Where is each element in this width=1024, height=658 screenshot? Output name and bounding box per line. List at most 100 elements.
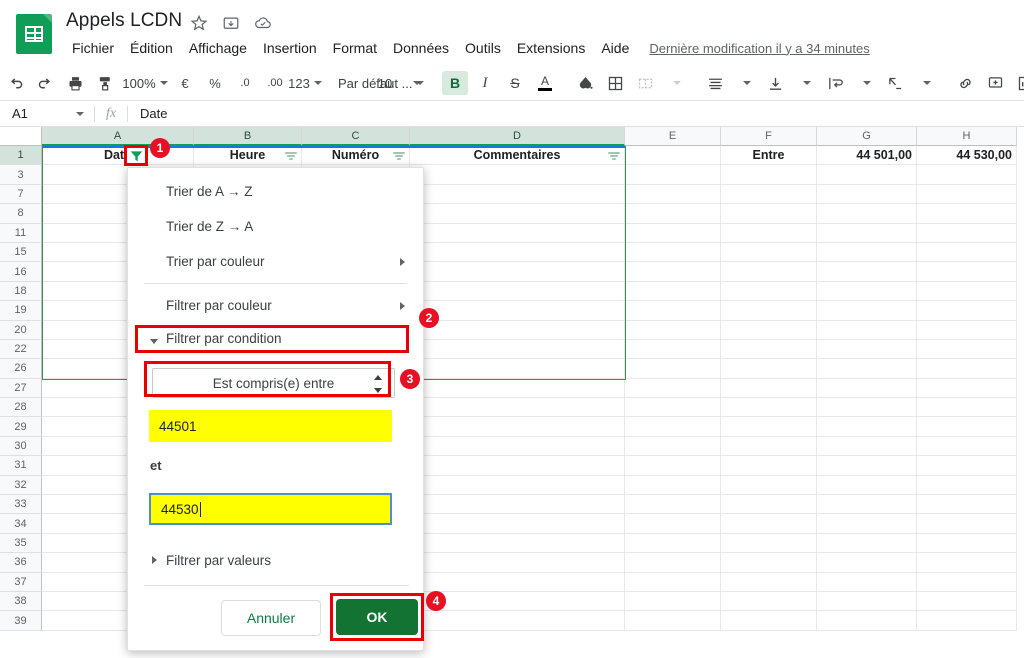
cell-G35[interactable] <box>817 533 917 554</box>
cell-E28[interactable] <box>625 398 721 418</box>
column-header-e[interactable]: E <box>625 127 721 146</box>
row-header-35[interactable]: 35 <box>0 533 42 554</box>
cell-F16[interactable] <box>721 262 817 282</box>
row-header-32[interactable]: 32 <box>0 475 42 496</box>
row-header-15[interactable]: 15 <box>0 242 42 263</box>
column-header-c[interactable]: C <box>302 127 410 146</box>
menu-sort-a-z[interactable]: Trier de A → Z <box>128 174 423 209</box>
cell-D29[interactable] <box>410 417 625 437</box>
insert-link-icon[interactable] <box>952 70 978 96</box>
cell-A1[interactable]: Date <box>42 146 194 166</box>
borders-icon[interactable] <box>602 70 628 96</box>
cell-F22[interactable] <box>721 339 817 360</box>
cell-H20[interactable] <box>917 320 1017 340</box>
cell-G37[interactable] <box>817 572 917 592</box>
row-header-7[interactable]: 7 <box>0 184 42 205</box>
cell-E20[interactable] <box>625 320 721 340</box>
menu-extensions[interactable]: Extensions <box>509 38 593 58</box>
condition-value-1-input[interactable]: 44501 <box>149 410 392 442</box>
strikethrough-button[interactable]: S <box>502 70 528 96</box>
menu-filter-by-color[interactable]: Filtrer par couleur <box>128 288 423 323</box>
cell-H16[interactable] <box>917 262 1017 282</box>
cell-H31[interactable] <box>917 456 1017 476</box>
column-header-a[interactable]: A <box>42 127 194 146</box>
menu-edition[interactable]: Édition <box>122 38 181 58</box>
cell-H28[interactable] <box>917 398 1017 418</box>
cell-G15[interactable] <box>817 242 917 263</box>
cell-F1[interactable]: Entre <box>721 146 817 166</box>
cell-D18[interactable] <box>410 281 625 302</box>
condition-type-select[interactable]: Est compris(e) entre <box>152 368 395 398</box>
row-header-39[interactable]: 39 <box>0 611 42 631</box>
condition-value-2-input[interactable]: 44530 <box>149 493 392 525</box>
column-header-f[interactable]: F <box>721 127 817 146</box>
cell-H37[interactable] <box>917 572 1017 592</box>
cell-E34[interactable] <box>625 514 721 534</box>
cell-D7[interactable] <box>410 184 625 205</box>
last-edit-link[interactable]: Dernière modification il y a 34 minutes <box>649 41 869 56</box>
cell-H26[interactable] <box>917 359 1017 379</box>
horizontal-align-icon[interactable] <box>702 70 728 96</box>
cell-G28[interactable] <box>817 398 917 418</box>
cell-G36[interactable] <box>817 553 917 573</box>
cell-H3[interactable] <box>917 165 1017 185</box>
cell-H22[interactable] <box>917 339 1017 360</box>
cell-G18[interactable] <box>817 281 917 302</box>
cell-F30[interactable] <box>721 436 817 457</box>
menu-donnees[interactable]: Données <box>385 38 457 58</box>
menu-fichier[interactable]: Fichier <box>64 38 122 58</box>
formula-input[interactable]: Date <box>128 106 1024 121</box>
cell-F18[interactable] <box>721 281 817 302</box>
cell-D36[interactable] <box>410 553 625 573</box>
cell-F27[interactable] <box>721 378 817 399</box>
cell-D31[interactable] <box>410 456 625 476</box>
cell-H38[interactable] <box>917 591 1017 612</box>
menu-sort-by-color[interactable]: Trier par couleur <box>128 244 423 279</box>
cell-F3[interactable] <box>721 165 817 185</box>
cloud-saved-icon[interactable] <box>254 14 272 32</box>
cell-D3[interactable] <box>410 165 625 185</box>
cell-F37[interactable] <box>721 572 817 592</box>
cell-F28[interactable] <box>721 398 817 418</box>
cell-G39[interactable] <box>817 611 917 631</box>
row-header-18[interactable]: 18 <box>0 281 42 302</box>
cell-E26[interactable] <box>625 359 721 379</box>
cell-E35[interactable] <box>625 533 721 554</box>
currency-format-button[interactable]: € <box>172 70 198 96</box>
cell-D33[interactable] <box>410 495 625 515</box>
cell-E39[interactable] <box>625 611 721 631</box>
move-to-folder-icon[interactable] <box>222 14 240 32</box>
filter-icon-column-d[interactable] <box>608 151 620 161</box>
cell-G29[interactable] <box>817 417 917 437</box>
font-family-selector[interactable]: Par défaut ... <box>332 70 425 96</box>
column-header-d[interactable]: D <box>410 127 625 146</box>
menu-outils[interactable]: Outils <box>457 38 509 58</box>
cell-E16[interactable] <box>625 262 721 282</box>
cell-E19[interactable] <box>625 301 721 321</box>
cell-H7[interactable] <box>917 184 1017 205</box>
cell-E11[interactable] <box>625 223 721 243</box>
cell-G3[interactable] <box>817 165 917 185</box>
row-header-38[interactable]: 38 <box>0 591 42 612</box>
star-icon[interactable] <box>190 14 208 32</box>
cell-D8[interactable] <box>410 204 625 224</box>
redo-icon[interactable] <box>32 70 58 96</box>
decrease-decimal-button[interactable]: .0 <box>232 70 258 96</box>
menu-sort-z-a[interactable]: Trier de Z → A <box>128 209 423 244</box>
font-size-value[interactable]: 10 <box>372 70 398 96</box>
cancel-button[interactable]: Annuler <box>221 600 321 636</box>
cell-H8[interactable] <box>917 204 1017 224</box>
cell-D15[interactable] <box>410 242 625 263</box>
cell-H1[interactable]: 44 530,00 <box>917 146 1017 166</box>
menu-filter-by-condition[interactable]: Filtrer par condition <box>128 323 423 353</box>
cell-G11[interactable] <box>817 223 917 243</box>
cell-E36[interactable] <box>625 553 721 573</box>
cell-E37[interactable] <box>625 572 721 592</box>
fill-color-icon[interactable] <box>572 70 598 96</box>
cell-E3[interactable] <box>625 165 721 185</box>
cell-D34[interactable] <box>410 514 625 534</box>
cell-D22[interactable] <box>410 339 625 360</box>
cell-D11[interactable] <box>410 223 625 243</box>
cell-F15[interactable] <box>721 242 817 263</box>
cell-D39[interactable] <box>410 611 625 631</box>
